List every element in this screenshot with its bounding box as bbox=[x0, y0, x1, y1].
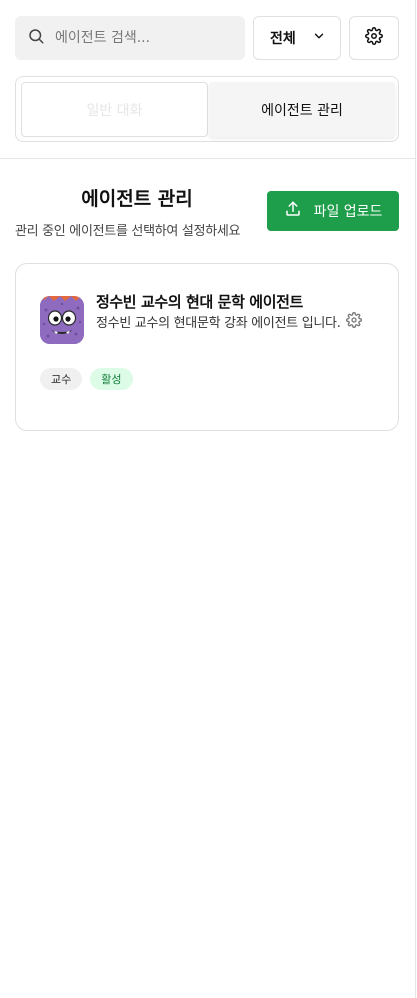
filter-selected-label: 전체 bbox=[270, 31, 296, 47]
chevron-down-icon bbox=[312, 29, 326, 47]
mode-tabs: 일반 대화 에이전트 관리 bbox=[15, 76, 399, 142]
divider bbox=[0, 158, 416, 159]
file-upload-button[interactable]: 파일 업로드 bbox=[267, 191, 399, 231]
search-box[interactable] bbox=[15, 16, 245, 60]
role-badge: 교수 bbox=[40, 368, 83, 390]
section-subtitle: 관리 중인 에이전트를 선택하여 설정하세요 bbox=[15, 224, 241, 239]
file-upload-label: 파일 업로드 bbox=[313, 204, 383, 220]
settings-button[interactable] bbox=[349, 16, 399, 60]
tab-agent-management[interactable]: 에이전트 관리 bbox=[209, 82, 395, 137]
section-title: 에이전트 관리 bbox=[81, 188, 193, 210]
search-input[interactable] bbox=[55, 30, 225, 46]
status-badge: 활성 bbox=[90, 368, 133, 390]
gear-icon bbox=[365, 27, 383, 49]
avatar bbox=[40, 296, 84, 344]
agent-card[interactable]: 정수빈 교수의 현대 문학 에이전트 정수빈 교수의 현대문학 강좌 에이전트 … bbox=[15, 263, 399, 431]
upload-icon bbox=[284, 200, 302, 222]
tab-general-chat[interactable]: 일반 대화 bbox=[21, 82, 208, 137]
panel-border bbox=[415, 0, 416, 998]
agent-badges: 교수 활성 bbox=[40, 368, 133, 390]
search-icon bbox=[27, 27, 45, 49]
agent-settings-gear-icon[interactable] bbox=[346, 312, 362, 328]
agent-description: 정수빈 교수의 현대문학 강좌 에이전트 입니다. bbox=[96, 316, 341, 331]
agent-name: 정수빈 교수의 현대 문학 에이전트 bbox=[96, 293, 303, 311]
filter-dropdown[interactable]: 전체 bbox=[253, 16, 341, 60]
